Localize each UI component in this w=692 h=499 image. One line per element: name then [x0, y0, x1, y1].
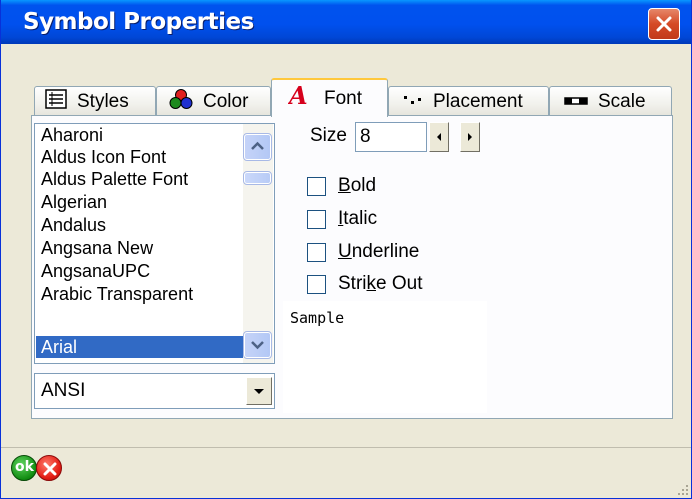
title-bar[interactable]: Symbol Properties: [1, 0, 691, 44]
list-item[interactable]: AngsanaUPC: [39, 260, 243, 282]
scroll-thumb[interactable]: [243, 171, 272, 185]
tab-font-label: Font: [324, 87, 363, 109]
font-list-scrollbar[interactable]: [243, 124, 273, 363]
scroll-down-button[interactable]: [243, 331, 272, 359]
chevron-up-icon: [251, 141, 264, 150]
cancel-button[interactable]: [36, 455, 62, 481]
tab-placement[interactable]: Placement: [388, 86, 549, 116]
close-icon: [656, 16, 672, 32]
strikeout-label: Strike Out: [338, 273, 423, 294]
svg-text:A: A: [288, 84, 308, 108]
underline-checkbox[interactable]: [307, 242, 326, 262]
list-item[interactable]: Aharoni: [39, 124, 243, 146]
underline-label: Underline: [338, 241, 420, 262]
tab-scale[interactable]: Scale: [549, 86, 672, 116]
close-button[interactable]: [648, 8, 680, 40]
list-item[interactable]: Arabic Transparent: [39, 283, 243, 305]
tab-styles-label: Styles: [77, 90, 129, 112]
window-title: Symbol Properties: [23, 9, 254, 35]
charset-dropdown-button[interactable]: [246, 377, 272, 405]
list-item[interactable]: Angsana New: [39, 237, 243, 259]
tab-placement-label: Placement: [433, 90, 523, 112]
sample-text: Sample: [290, 309, 345, 327]
tab-color-label: Color: [203, 90, 249, 112]
bold-label: Bold: [338, 175, 377, 196]
size-decrease-button[interactable]: [429, 122, 449, 152]
ok-button[interactable]: ok: [11, 455, 37, 481]
list-item[interactable]: Algerian: [39, 191, 243, 213]
italic-option[interactable]: Italic: [307, 206, 377, 232]
charset-select[interactable]: ANSI: [34, 373, 275, 409]
font-a-icon: A: [287, 81, 312, 114]
tab-font[interactable]: A Font: [271, 78, 388, 117]
tab-scale-label: Scale: [598, 90, 646, 112]
bold-checkbox[interactable]: [307, 176, 326, 196]
bold-option[interactable]: Bold: [307, 173, 376, 199]
chevron-down-icon: [251, 341, 264, 350]
list-item[interactable]: Aldus Palette Font: [39, 168, 243, 190]
arrow-left-icon: [437, 133, 441, 141]
sample-preview: Sample: [283, 301, 487, 413]
size-increase-button[interactable]: [460, 122, 480, 152]
italic-label: Italic: [338, 208, 378, 229]
scroll-up-button[interactable]: [243, 133, 272, 161]
italic-checkbox[interactable]: [307, 209, 326, 229]
strikeout-option[interactable]: Strike Out: [307, 271, 422, 297]
size-input[interactable]: [355, 122, 427, 152]
strikeout-checkbox[interactable]: [307, 274, 326, 294]
scale-bar-icon: [564, 91, 588, 113]
dropdown-arrow-icon: [254, 389, 264, 394]
color-circles-icon: [169, 88, 193, 116]
list-item[interactable]: Andalus: [39, 214, 243, 236]
cancel-x-icon: [43, 462, 57, 476]
font-listbox[interactable]: Aharoni Aldus Icon Font Aldus Palette Fo…: [34, 123, 275, 364]
charset-value: ANSI: [41, 380, 86, 401]
arrow-right-icon: [468, 133, 472, 141]
size-label: Size: [310, 125, 347, 146]
tab-styles[interactable]: Styles: [34, 86, 156, 116]
tab-color[interactable]: Color: [156, 86, 271, 116]
symbol-properties-dialog: Symbol Properties Styles Color A Font Pl…: [0, 0, 692, 499]
list-item[interactable]: Aldus Icon Font: [39, 146, 243, 168]
list-item-selected[interactable]: Arial: [36, 336, 246, 358]
list-icon: [45, 88, 67, 115]
divider: [1, 447, 691, 448]
placement-dots-icon: [403, 91, 423, 113]
resize-grip-icon[interactable]: [677, 484, 689, 496]
underline-option[interactable]: Underline: [307, 239, 419, 265]
ok-label: ok: [15, 459, 34, 475]
